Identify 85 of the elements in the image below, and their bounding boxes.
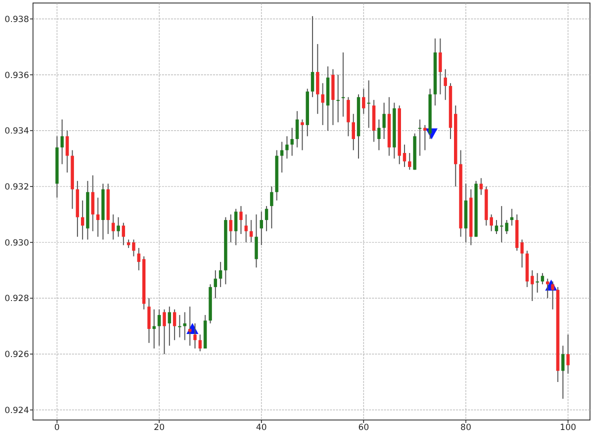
candle [490,214,493,232]
candle [193,322,197,349]
x-tick-label: 0 [54,423,60,432]
candle [536,272,539,294]
candle [106,183,110,234]
candle [408,152,412,170]
candle [178,314,182,338]
candle [137,247,140,271]
candle [91,174,94,232]
candle [112,214,115,240]
candle [402,144,406,168]
candle [234,208,238,246]
candle [526,250,529,288]
candle [280,141,284,174]
candle [342,52,345,118]
x-tick-label: 80 [460,423,472,432]
candle [183,312,186,341]
candle [346,96,350,137]
candle [147,298,151,344]
candle [152,308,156,349]
candle [413,132,416,170]
candle [362,88,366,114]
candle [306,88,309,137]
candle [372,99,376,142]
y-tick-label: 0.938 [4,14,29,25]
candle [551,280,554,310]
x-tick-label: 60 [358,423,370,432]
candle [392,102,396,160]
candle [224,216,228,285]
candle [198,334,202,352]
candle [250,220,253,243]
candle [142,256,146,310]
candle [530,270,534,302]
candle [244,214,248,243]
candle [444,68,447,100]
candle [418,118,422,156]
x-tick-label: 100 [560,423,576,432]
candle [352,113,355,151]
candle [464,183,468,243]
candle [158,308,161,346]
candle [480,178,483,196]
candle [208,284,212,324]
candle [300,118,304,151]
candle [66,130,69,174]
candle [500,206,504,243]
candle [398,105,401,165]
candle [96,197,100,238]
candle [494,220,498,234]
y-tick-label: 0.932 [4,182,29,192]
candle [356,94,360,160]
y-tick-label: 0.930 [4,238,29,248]
candle [438,38,442,95]
candle [55,136,59,198]
candle [229,214,232,243]
y-tick-label: 0.934 [4,126,29,137]
y-tick-label: 0.928 [4,294,29,304]
candle [275,150,278,201]
candle [116,216,120,238]
candle [162,308,166,355]
candle [254,214,258,268]
candle [132,239,136,257]
candle [86,180,90,240]
candle [434,38,437,106]
candle [60,118,64,165]
candle [270,186,274,229]
candle [101,183,105,240]
y-tick-label: 0.924 [4,406,29,416]
candle [484,186,488,226]
candle [326,66,330,132]
candle [448,82,452,140]
candle [70,150,74,210]
candle [316,44,320,114]
x-tick-label: 40 [256,423,267,432]
x-tick-label: 20 [154,423,165,432]
y-tick-label: 0.926 [4,350,29,360]
candle [204,314,207,349]
candle [321,82,324,126]
candle [505,220,508,234]
candle [388,96,391,156]
y-tick-label: 0.936 [4,70,29,81]
candle [510,208,514,226]
candle [188,306,192,346]
candle [296,110,299,148]
candle [239,206,243,234]
candle [367,80,370,128]
